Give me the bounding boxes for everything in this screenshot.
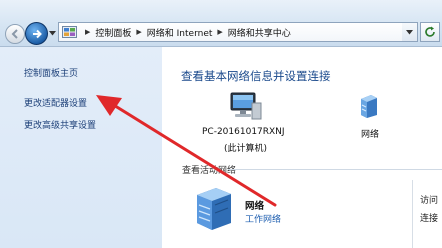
computer-note: (此计算机) bbox=[224, 144, 268, 154]
forward-button[interactable] bbox=[25, 22, 48, 45]
forward-arrow-icon bbox=[32, 29, 42, 38]
refresh-icon bbox=[425, 26, 435, 37]
address-bar[interactable]: ▶ 控制面板 ▶ 网络和 Internet ▶ 网络和共享中心 bbox=[58, 22, 418, 42]
column-divider bbox=[412, 180, 413, 248]
breadcrumb-separator-icon[interactable]: ▶ bbox=[136, 28, 141, 36]
recent-pages-dropdown[interactable] bbox=[48, 28, 56, 38]
change-adapter-settings-link[interactable]: 更改适配器设置 bbox=[24, 96, 87, 109]
back-button[interactable] bbox=[5, 24, 25, 44]
access-type-label: 访问 bbox=[420, 196, 439, 206]
breadcrumb-control-panel[interactable]: 控制面板 bbox=[95, 26, 131, 39]
section-divider bbox=[228, 169, 442, 170]
breadcrumb-network-sharing-center[interactable]: 网络和共享中心 bbox=[228, 26, 291, 39]
computer-icon bbox=[230, 92, 262, 120]
page-title: 查看基本网络信息并设置连接 bbox=[181, 69, 331, 83]
breadcrumb-separator-icon: ▶ bbox=[85, 28, 91, 36]
breadcrumb: ▶ 控制面板 ▶ 网络和 Internet ▶ 网络和共享中心 bbox=[80, 26, 291, 39]
left-task-pane: 控制面板主页 更改适配器设置 更改高级共享设置 bbox=[0, 47, 162, 248]
control-panel-home-link[interactable]: 控制面板主页 bbox=[24, 66, 78, 79]
change-advanced-sharing-link[interactable]: 更改高级共享设置 bbox=[24, 118, 96, 131]
network-type-link[interactable]: 工作网络 bbox=[245, 212, 281, 225]
navigation-bar: ▶ 控制面板 ▶ 网络和 Internet ▶ 网络和共享中心 bbox=[0, 0, 442, 47]
breadcrumb-separator-icon[interactable]: ▶ bbox=[217, 28, 222, 36]
network-node-label[interactable]: 网络 bbox=[361, 127, 379, 140]
active-network-icon[interactable] bbox=[194, 185, 234, 231]
control-panel-icon bbox=[62, 25, 78, 39]
address-dropdown-button[interactable] bbox=[402, 22, 418, 42]
chevron-down-icon bbox=[48, 30, 56, 35]
main-content-pane: 查看基本网络信息并设置连接 PC-20161017RXNJ (此计算机) 网络 … bbox=[162, 47, 442, 248]
refresh-button[interactable] bbox=[420, 22, 440, 42]
back-arrow-icon bbox=[11, 29, 18, 39]
breadcrumb-network-internet[interactable]: 网络和 Internet bbox=[147, 26, 213, 39]
computer-name: PC-20161017RXNJ bbox=[202, 127, 285, 137]
active-network-name: 网络 bbox=[245, 201, 265, 212]
network-icon[interactable] bbox=[359, 93, 379, 119]
chevron-down-icon bbox=[406, 29, 413, 34]
connections-label: 连接 bbox=[420, 214, 439, 224]
